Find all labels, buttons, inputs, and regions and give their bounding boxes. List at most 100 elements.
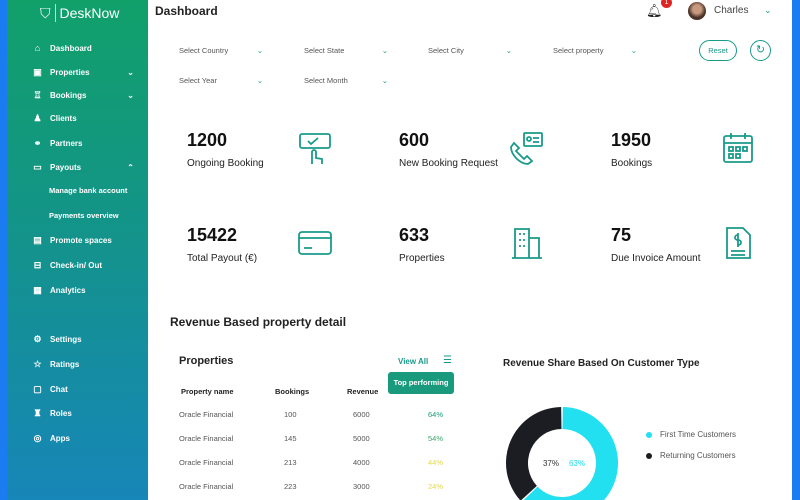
sidebar-item-clients[interactable]: ♟ Clients bbox=[32, 108, 134, 128]
sidebar-item-label: Clients bbox=[50, 113, 77, 123]
city-select[interactable]: Select City ⌄ bbox=[428, 46, 512, 55]
chevron-down-icon: ⌄ bbox=[381, 46, 388, 55]
cell-revenue: 5000 bbox=[353, 434, 370, 443]
refresh-icon: ↻ bbox=[755, 44, 766, 56]
stat-bookings: 1950 Bookings bbox=[611, 130, 652, 169]
chevron-down-icon: ⌄ bbox=[505, 46, 512, 55]
chevron-down-icon[interactable]: ⌄ bbox=[127, 91, 134, 100]
sidebar-item-partners[interactable]: ⚭ Partners bbox=[32, 133, 134, 153]
stat-total-payout: 15422 Total Payout (€) bbox=[187, 225, 257, 264]
state-select[interactable]: Select State ⌄ bbox=[304, 46, 388, 55]
sidebar-item-ratings[interactable]: ☆ Ratings bbox=[32, 354, 134, 374]
stat-properties: 633 Properties bbox=[399, 225, 445, 264]
reset-button[interactable]: Reset bbox=[699, 40, 737, 61]
sidebar-item-properties[interactable]: ▣ Properties ⌄ bbox=[32, 62, 134, 82]
donut-label: 63% bbox=[569, 459, 585, 468]
stat-value: 600 bbox=[399, 130, 430, 150]
sidebar-subitem-payments-overview[interactable]: Payments overview bbox=[49, 211, 119, 220]
cell-bookings: 145 bbox=[284, 434, 297, 443]
sidebar-item-bookings[interactable]: ♖ Bookings ⌄ bbox=[32, 85, 134, 105]
stat-label: Total Payout (€) bbox=[187, 253, 258, 264]
sidebar-item-chat[interactable]: ▢ Chat bbox=[32, 379, 134, 399]
chevron-down-icon: ⌄ bbox=[630, 46, 637, 55]
sidebar-item-label: Settings bbox=[50, 334, 82, 344]
city-select-label: Select City bbox=[428, 46, 464, 55]
sidebar-item-apps[interactable]: ◎ Apps bbox=[32, 428, 134, 448]
country-select-label: Select Country bbox=[179, 46, 229, 55]
gear-icon: ⚙ bbox=[33, 333, 42, 344]
legend-returning: Returning Customers bbox=[646, 451, 736, 460]
stat-new-booking-request: 600 New Booking Request bbox=[399, 130, 498, 169]
cell-property-name: Oracle Financial bbox=[179, 482, 234, 491]
analytics-icon: ▦ bbox=[33, 284, 42, 295]
calendar-icon bbox=[723, 133, 753, 163]
sidebar-item-analytics[interactable]: ▦ Analytics bbox=[32, 280, 134, 300]
logo[interactable]: ⛉ DeskNow bbox=[40, 4, 119, 22]
legend-dot bbox=[646, 452, 652, 459]
stat-value: 633 bbox=[399, 225, 430, 245]
sidebar-item-settings[interactable]: ⚙ Settings bbox=[32, 329, 134, 349]
legend-label: First Time Customers bbox=[660, 430, 737, 439]
cell-bookings: 223 bbox=[284, 482, 297, 491]
property-select[interactable]: Select property ⌄ bbox=[553, 46, 637, 55]
cell-percentage: 24% bbox=[428, 482, 444, 491]
sidebar-item-dashboard[interactable]: ⌂ Dashboard bbox=[32, 38, 134, 58]
stat-label: New Booking Request bbox=[399, 158, 498, 169]
main: Dashboard 🔔︎ 1 Charles ⌄ Select Country ⌄… bbox=[148, 0, 792, 500]
stat-value: 75 bbox=[611, 225, 632, 245]
sidebar-item-roles[interactable]: ♜ Roles bbox=[32, 403, 134, 423]
cell-property-name: Oracle Financial bbox=[179, 434, 234, 443]
donut-slice-1[interactable] bbox=[506, 407, 562, 500]
page-title: Dashboard bbox=[155, 4, 218, 18]
avatar[interactable] bbox=[688, 2, 706, 20]
sort-icon[interactable]: ☰ bbox=[443, 355, 452, 366]
refresh-button[interactable]: ↻ bbox=[750, 40, 771, 61]
sidebar-item-label: Analytics bbox=[50, 285, 86, 295]
stat-label: Bookings bbox=[611, 158, 653, 169]
cell-bookings: 213 bbox=[284, 458, 297, 467]
cell-property-name: Oracle Financial bbox=[179, 458, 234, 467]
sidebar-item-payouts[interactable]: ▭ Payouts ⌃ bbox=[32, 157, 134, 177]
notification-badge: 1 bbox=[661, 0, 672, 8]
user-icon: ♟ bbox=[33, 112, 42, 123]
column-header-bookings: Bookings bbox=[275, 387, 310, 396]
checkin-icon: ⊟ bbox=[33, 259, 42, 270]
user-name[interactable]: Charles bbox=[714, 5, 748, 16]
sidebar-item-label: Apps bbox=[50, 433, 70, 443]
sidebar-item-label: Ratings bbox=[50, 359, 80, 369]
chevron-down-icon[interactable]: ⌄ bbox=[127, 68, 134, 77]
view-all-link[interactable]: View All bbox=[398, 357, 428, 366]
chevron-down-icon[interactable]: ⌄ bbox=[764, 5, 772, 16]
sidebar-item-label: Check-in/ Out bbox=[50, 260, 103, 270]
property-select-label: Select property bbox=[553, 46, 604, 55]
apps-icon: ◎ bbox=[33, 432, 42, 443]
app-name: DeskNow bbox=[59, 5, 120, 21]
chat-icon: ▢ bbox=[33, 383, 42, 394]
sidebar: ⛉ DeskNow ⌂ Dashboard ▣ Properties ⌄ ♖ Bookings… bbox=[7, 0, 148, 500]
year-select-label: Select Year bbox=[179, 76, 217, 85]
stat-label: Ongoing Booking bbox=[187, 158, 264, 169]
cell-bookings: 100 bbox=[284, 410, 297, 419]
country-select[interactable]: Select Country ⌄ bbox=[179, 46, 263, 55]
month-select[interactable]: Select Month ⌄ bbox=[304, 76, 388, 85]
chevron-down-icon: ⌄ bbox=[381, 76, 388, 85]
promote-icon: ▤ bbox=[33, 234, 42, 245]
building-icon: ▣ bbox=[33, 66, 42, 77]
top-performing-tooltip: Top performing bbox=[388, 372, 454, 394]
revenue-section-title: Revenue Based property detail bbox=[170, 315, 347, 329]
bell-icon[interactable]: 🔔︎ bbox=[646, 3, 663, 19]
building-icon bbox=[512, 228, 542, 259]
sidebar-item-label: Roles bbox=[50, 408, 72, 418]
logo-icon: ⛉ bbox=[40, 4, 51, 21]
cell-percentage: 64% bbox=[428, 410, 444, 419]
right-edge bbox=[792, 0, 800, 500]
sidebar-item-check-in-out[interactable]: ⊟ Check-in/ Out bbox=[32, 255, 134, 275]
cell-revenue: 6000 bbox=[353, 410, 370, 419]
chevron-up-icon[interactable]: ⌃ bbox=[127, 163, 134, 172]
year-select[interactable]: Select Year ⌄ bbox=[179, 76, 263, 85]
sidebar-item-label: Dashboard bbox=[50, 43, 92, 53]
cell-percentage: 54% bbox=[428, 434, 444, 443]
sidebar-item-promote-spaces[interactable]: ▤ Promote spaces bbox=[32, 230, 134, 250]
sidebar-subitem-manage-bank-account[interactable]: Manage bank account bbox=[49, 186, 127, 195]
left-edge bbox=[0, 0, 7, 500]
